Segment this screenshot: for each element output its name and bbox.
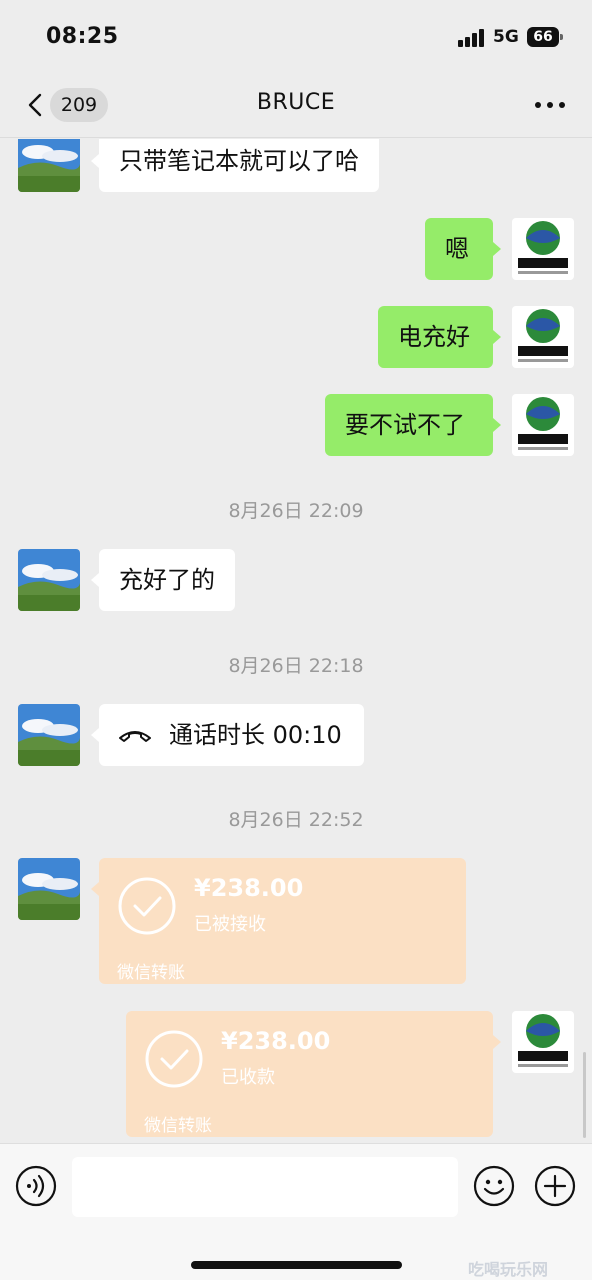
my-avatar[interactable] — [512, 218, 574, 280]
company-logo-image — [518, 1014, 568, 1067]
contact-avatar[interactable] — [18, 139, 80, 192]
message-list[interactable]: 只带笔记本就可以了哈 嗯 电充好 要不试不了 8月26日 22:09 充好了的 … — [0, 139, 592, 1143]
scrollbar[interactable] — [583, 1052, 586, 1138]
my-avatar[interactable] — [512, 306, 574, 368]
transfer-status: 已被接收 — [194, 914, 266, 935]
status-time: 08:25 — [46, 24, 119, 49]
landscape-avatar-image — [18, 139, 80, 192]
my-avatar[interactable] — [512, 1011, 574, 1073]
transfer-card-incoming[interactable]: ¥238.00 已被接收 微信转账 — [91, 858, 466, 984]
phone-hangup-icon — [119, 731, 151, 742]
message-text: 只带笔记本就可以了哈 — [119, 147, 359, 175]
more-dots-icon[interactable] — [528, 90, 572, 120]
message-bubble-outgoing[interactable]: 要不试不了 — [325, 394, 501, 456]
check-circle-icon — [118, 877, 176, 935]
battery-icon: 66 — [527, 27, 563, 47]
contact-avatar[interactable] — [18, 549, 80, 611]
status-bar: 08:25 5G 66 — [0, 0, 592, 72]
message-text: 充好了的 — [119, 566, 215, 594]
transfer-label: 微信转账 — [117, 963, 185, 983]
call-duration-text: 通话时长 00:10 — [169, 721, 342, 749]
company-logo-image — [518, 309, 568, 362]
transfer-status: 已收款 — [221, 1067, 275, 1088]
message-text: 嗯 — [445, 235, 469, 263]
chat-title: BRUCE — [256, 90, 336, 115]
transfer-card-outgoing[interactable]: ¥238.00 已收款 微信转账 — [126, 1011, 501, 1137]
message-timestamp: 8月26日 22:52 — [228, 809, 364, 831]
message-input[interactable] — [72, 1157, 458, 1217]
transfer-amount: ¥238.00 — [194, 874, 304, 902]
watermark: 吃喝玩乐网 — [468, 1260, 549, 1279]
contact-avatar[interactable] — [18, 858, 80, 920]
plus-icon[interactable] — [534, 1165, 576, 1207]
voice-input-icon[interactable] — [15, 1165, 57, 1207]
emoji-icon[interactable] — [473, 1165, 515, 1207]
input-bar: 吃喝玩乐网 — [0, 1143, 592, 1280]
message-text: 要不试不了 — [345, 411, 465, 439]
chat-header: 209 BRUCE — [0, 72, 592, 138]
network-type: 5G — [493, 27, 519, 47]
signal-strength-icon — [458, 29, 486, 47]
landscape-avatar-image — [18, 549, 80, 611]
message-timestamp: 8月26日 22:18 — [228, 655, 364, 677]
message-text: 电充好 — [398, 323, 470, 351]
contact-avatar[interactable] — [18, 704, 80, 766]
company-logo-image — [518, 397, 568, 450]
transfer-label: 微信转账 — [144, 1116, 212, 1136]
home-indicator[interactable] — [191, 1261, 402, 1269]
landscape-avatar-image — [18, 858, 80, 920]
transfer-amount: ¥238.00 — [221, 1027, 331, 1055]
my-avatar[interactable] — [512, 394, 574, 456]
message-bubble-incoming[interactable]: 只带笔记本就可以了哈 — [91, 139, 379, 192]
message-bubble-outgoing[interactable]: 电充好 — [378, 306, 501, 368]
landscape-avatar-image — [18, 704, 80, 766]
company-logo-image — [518, 221, 568, 274]
message-bubble-outgoing[interactable]: 嗯 — [425, 218, 501, 280]
message-bubble-incoming[interactable]: 充好了的 — [91, 549, 235, 611]
message-timestamp: 8月26日 22:09 — [228, 500, 364, 522]
call-record-bubble[interactable]: 通话时长 00:10 — [91, 704, 364, 766]
check-circle-icon — [145, 1030, 203, 1088]
